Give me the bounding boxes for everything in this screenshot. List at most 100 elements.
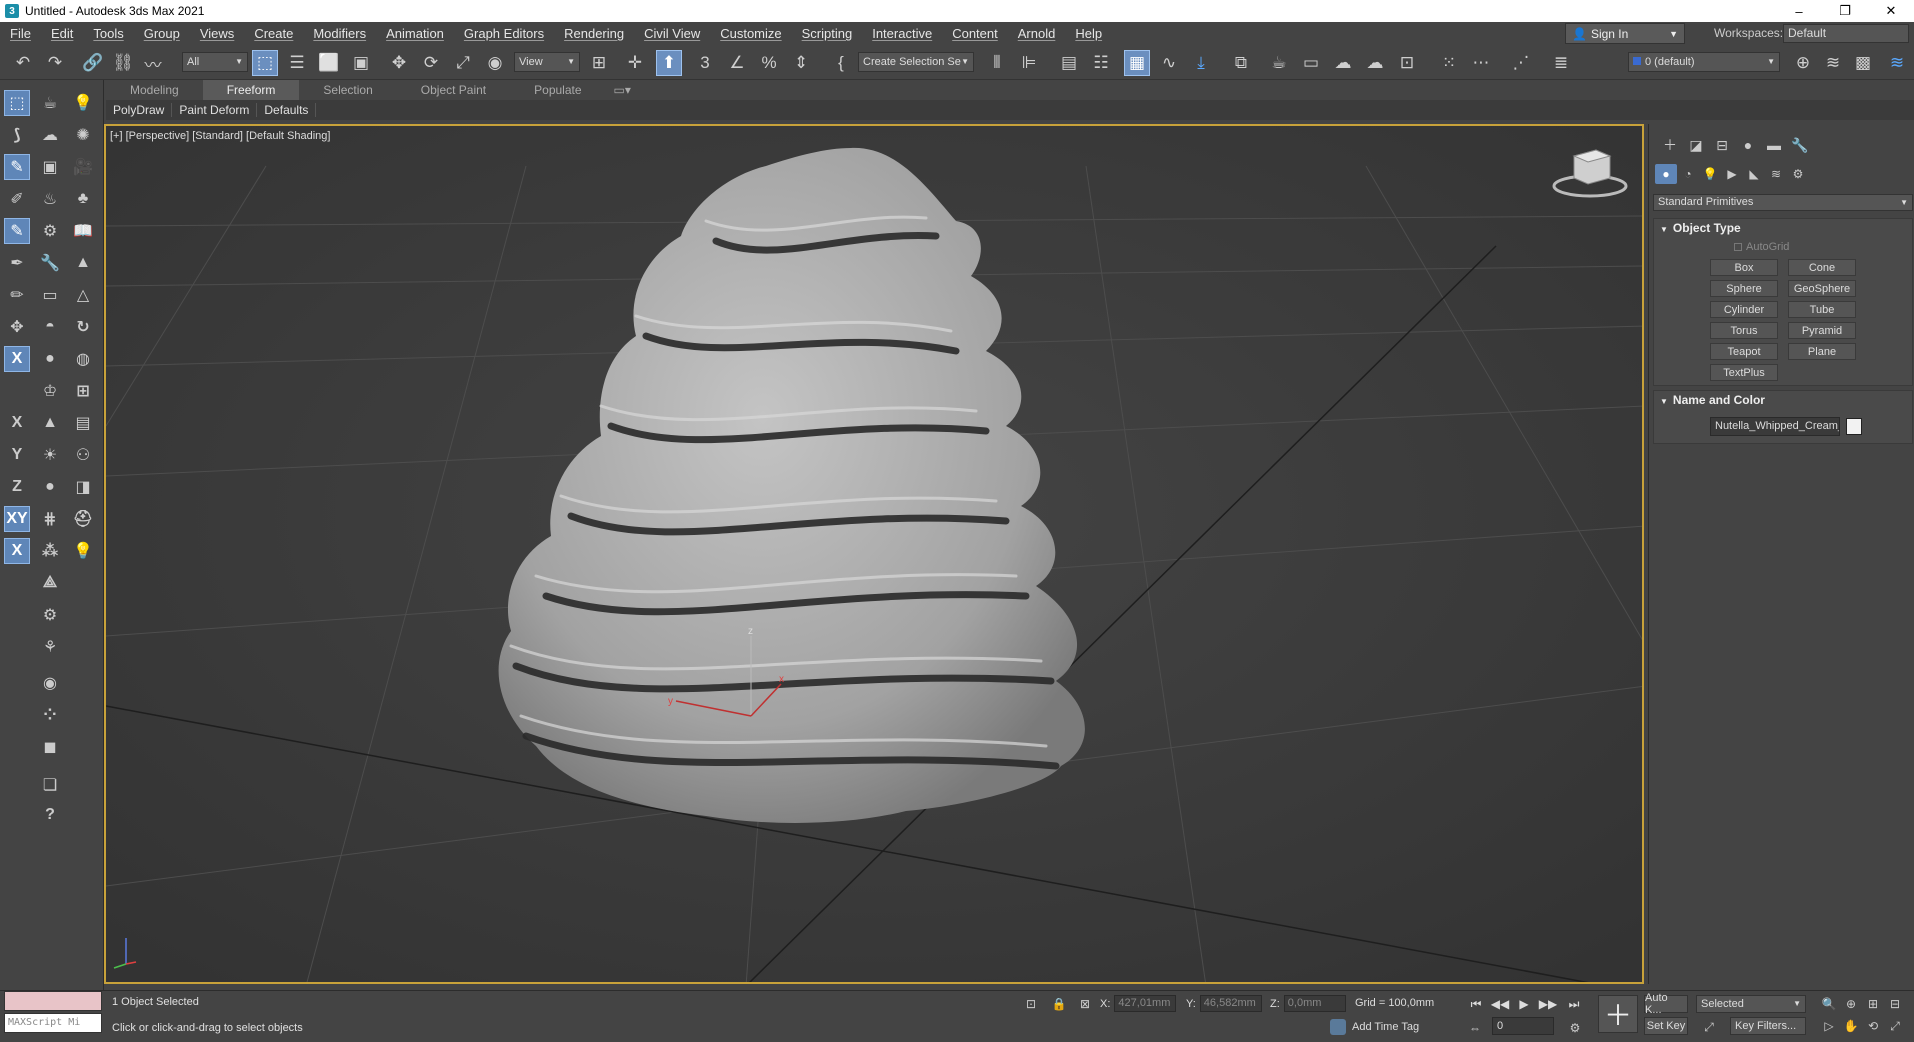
select-and-place-icon[interactable]: ◉ xyxy=(482,50,508,76)
dome-icon[interactable]: ◓ xyxy=(37,314,63,340)
go-to-start-icon[interactable]: ⏮ xyxy=(1466,995,1486,1013)
maxscript-input[interactable]: MAXScript Mi xyxy=(4,1013,102,1033)
menu-tools[interactable]: Tools xyxy=(83,26,133,41)
menu-graph-editors[interactable]: Graph Editors xyxy=(454,26,554,41)
render-setup-icon[interactable]: ☕ xyxy=(1266,50,1292,76)
add-time-tag[interactable]: Add Time Tag xyxy=(1330,1019,1419,1035)
rendered-frame-window-icon[interactable]: ▭ xyxy=(1298,50,1324,76)
axis-x-icon[interactable]: X xyxy=(4,410,30,436)
geometry-icon[interactable]: ● xyxy=(1655,164,1677,184)
paint-select-icon[interactable]: ✎ xyxy=(4,154,30,180)
spinner-snap-icon[interactable]: ⇕ xyxy=(788,50,814,76)
array-icon[interactable]: ⋯ xyxy=(1468,50,1494,76)
color-balls-icon[interactable]: ⁘ xyxy=(37,702,63,728)
next-frame-icon[interactable]: ▶▶ xyxy=(1538,995,1558,1013)
curve-editor-icon[interactable]: ∿ xyxy=(1156,50,1182,76)
percent-snap-icon[interactable]: % xyxy=(756,50,782,76)
sphere-map-icon[interactable]: ◍ xyxy=(70,346,96,372)
link-icon[interactable]: 🔗 xyxy=(80,50,106,76)
axis-constraint-icon[interactable]: X xyxy=(4,538,30,564)
draw-icon[interactable]: ✏ xyxy=(4,282,30,308)
select-and-rotate-icon[interactable]: ⟳ xyxy=(418,50,444,76)
bind-space-warp-icon[interactable]: 〰 xyxy=(140,50,166,76)
hat-icon[interactable]: ♔ xyxy=(37,378,63,404)
cameras-icon[interactable]: ▶ xyxy=(1721,164,1743,184)
time-configuration-icon[interactable]: ⚙ xyxy=(1566,1019,1584,1037)
spotlight-icon[interactable]: ▲ xyxy=(70,250,96,276)
pivot-center-icon[interactable]: ⊞ xyxy=(586,50,612,76)
transform-icon[interactable]: ✥ xyxy=(4,314,30,340)
edit-named-selection-icon[interactable]: { xyxy=(828,50,854,76)
tab-freeform[interactable]: Freeform xyxy=(202,80,300,100)
geosphere-button[interactable]: GeoSphere xyxy=(1788,280,1856,297)
plane-icon[interactable]: ▭ xyxy=(37,282,63,308)
menu-arnold[interactable]: Arnold xyxy=(1008,26,1066,41)
frame-icon[interactable]: ◨ xyxy=(70,474,96,500)
key-mode-dropdown[interactable]: Selected ▼ xyxy=(1696,995,1806,1013)
hierarchy-tab-icon[interactable]: ⊟ xyxy=(1709,134,1735,156)
cone-button[interactable]: Cone xyxy=(1788,259,1856,276)
material-sphere-icon[interactable]: ◉ xyxy=(37,670,63,696)
menu-modifiers[interactable]: Modifiers xyxy=(303,26,376,41)
menu-create[interactable]: Create xyxy=(244,26,303,41)
set-keys-icon[interactable]: ＋ xyxy=(1598,995,1638,1033)
lights-icon[interactable]: 💡 xyxy=(1699,164,1721,184)
plane-button[interactable]: Plane xyxy=(1788,343,1856,360)
systems-icon[interactable]: ⚙ xyxy=(1787,164,1809,184)
category-dropdown[interactable]: Standard Primitives ▼ xyxy=(1653,194,1913,211)
select-and-move-icon[interactable]: ✥ xyxy=(386,50,412,76)
axis-z-icon[interactable]: Z xyxy=(4,474,30,500)
tab-populate[interactable]: Populate xyxy=(510,80,605,100)
lamp-icon[interactable]: ♨ xyxy=(37,186,63,212)
pan-icon[interactable]: ✋ xyxy=(1842,1017,1860,1035)
select-and-scale-icon[interactable]: ⤢ xyxy=(450,50,476,76)
cylinder-button[interactable]: Cylinder xyxy=(1710,301,1778,318)
y-field[interactable]: 46,582mm xyxy=(1199,995,1262,1012)
menu-interactive[interactable]: Interactive xyxy=(862,26,942,41)
menu-scripting[interactable]: Scripting xyxy=(792,26,863,41)
camera-rig-icon[interactable]: ⚇ xyxy=(70,442,96,468)
layer-dropdown[interactable]: 0 (default) ▼ xyxy=(1628,52,1780,72)
gear-icon[interactable]: ⚙ xyxy=(37,602,63,628)
previous-frame-icon[interactable]: ◀◀ xyxy=(1490,995,1510,1013)
modify-tab-icon[interactable]: ◪ xyxy=(1683,134,1709,156)
x-field[interactable]: 427,01mm xyxy=(1114,995,1177,1012)
helpers-icon[interactable]: ◣ xyxy=(1743,164,1765,184)
select-manipulate-icon[interactable]: ✛ xyxy=(622,50,648,76)
menu-customize[interactable]: Customize xyxy=(710,26,791,41)
isolate-selection-icon[interactable]: ⊡ xyxy=(1022,995,1040,1013)
autogrid-checkbox[interactable]: AutoGrid xyxy=(1734,241,1789,253)
helmet-icon[interactable]: ⛑ xyxy=(70,506,96,532)
selection-filter-dropdown[interactable]: All ▼ xyxy=(182,52,248,72)
key-filters-button[interactable]: Key Filters... xyxy=(1730,1017,1806,1035)
render-production-icon[interactable]: ☁ xyxy=(1330,50,1356,76)
subtab-polydraw[interactable]: PolyDraw xyxy=(106,103,173,117)
wrench-icon[interactable]: 🔧 xyxy=(37,250,63,276)
menu-rendering[interactable]: Rendering xyxy=(554,26,634,41)
zoom-icon[interactable]: 🔍 xyxy=(1820,995,1838,1013)
axis-y-icon[interactable]: Y xyxy=(4,442,30,468)
close-button[interactable]: ✕ xyxy=(1868,0,1914,22)
sphere-icon[interactable]: ● xyxy=(37,346,63,372)
stack-icon[interactable]: ❏ xyxy=(37,772,63,798)
particles-icon[interactable]: ⁂ xyxy=(37,538,63,564)
grass-icon[interactable]: ⚘ xyxy=(37,634,63,660)
named-selection-dropdown[interactable]: Create Selection Se ▼ xyxy=(858,52,974,72)
menu-group[interactable]: Group xyxy=(134,26,190,41)
grid-icon[interactable]: ⋕ xyxy=(37,506,63,532)
image-icon[interactable]: ▣ xyxy=(37,154,63,180)
render-icon[interactable]: ◼ xyxy=(37,734,63,760)
menu-help[interactable]: Help xyxy=(1065,26,1112,41)
spacing-tool-icon[interactable]: ⋰ xyxy=(1508,50,1534,76)
cone-light-icon[interactable]: △ xyxy=(70,282,96,308)
shapes-icon[interactable]: ◔ xyxy=(1677,164,1699,184)
perspective-viewport[interactable]: z y x [+] [Perspective] [Standard] [Defa… xyxy=(104,124,1644,984)
key-filter-icon[interactable]: ⤢ xyxy=(1700,1018,1718,1036)
cloud-icon[interactable]: ☁ xyxy=(37,122,63,148)
cone-icon[interactable]: ▲ xyxy=(37,410,63,436)
name-and-color-header[interactable]: ▼ Name and Color xyxy=(1654,391,1912,409)
lasso-select-icon[interactable]: ⟆ xyxy=(4,122,30,148)
book-icon[interactable]: 📖 xyxy=(70,218,96,244)
axis-xy-icon[interactable]: X xyxy=(4,346,30,372)
snap-grid-icon[interactable]: ⁙ xyxy=(1436,50,1462,76)
